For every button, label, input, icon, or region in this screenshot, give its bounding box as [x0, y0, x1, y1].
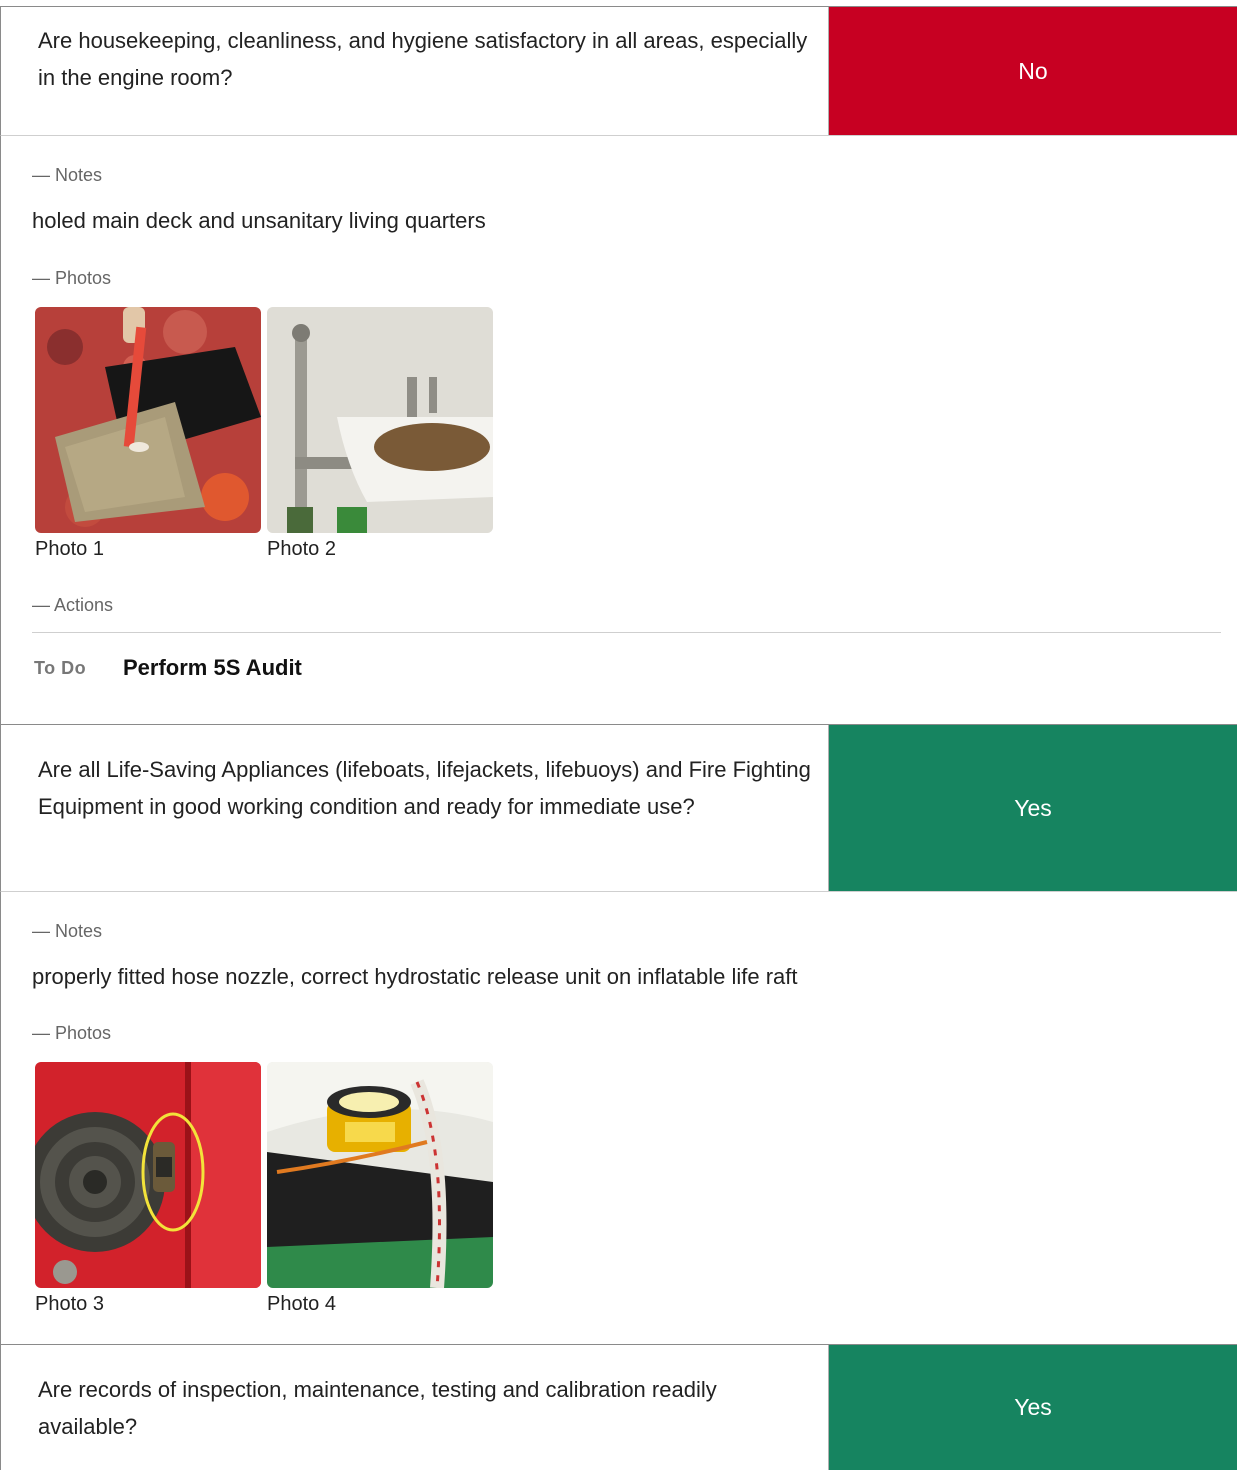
- note-text: properly fitted hose nozzle, correct hyd…: [32, 964, 798, 989]
- photos-heading: — Photos: [32, 268, 112, 288]
- photo-caption: Photo 3: [35, 1293, 104, 1315]
- hydrostatic-release-image: [267, 1062, 493, 1288]
- notes-heading: — Notes: [32, 921, 103, 941]
- note-text: holed main deck and unsanitary living qu…: [32, 208, 486, 233]
- actions-divider: [32, 632, 1221, 633]
- photo-caption: Photo 4: [267, 1293, 336, 1315]
- photo-caption: Photo 2: [267, 538, 336, 560]
- photo-thumbnail[interactable]: [35, 307, 261, 533]
- answer-badge-yes[interactable]: Yes: [828, 725, 1237, 891]
- photo-caption: Photo 1: [35, 538, 104, 560]
- inspection-report: Are housekeeping, cleanliness, and hygie…: [0, 0, 1237, 1470]
- question-row: Are all Life-Saving Appliances (lifeboat…: [0, 724, 1237, 892]
- photo-thumbnail[interactable]: [35, 1062, 261, 1288]
- question-details: — Notes holed main deck and unsanitary l…: [0, 136, 1237, 724]
- photo-thumbnail[interactable]: [267, 1062, 493, 1288]
- photos-heading: — Photos: [32, 1023, 112, 1043]
- question-row: Are records of inspection, maintenance, …: [0, 1344, 1237, 1470]
- actions-heading: — Actions: [32, 595, 114, 615]
- question-details: — Notes properly fitted hose nozzle, cor…: [0, 892, 1237, 1344]
- fire-hose-cabinet-image: [35, 1062, 261, 1288]
- question-text: Are housekeeping, cleanliness, and hygie…: [38, 28, 808, 90]
- answer-badge-yes[interactable]: Yes: [828, 1345, 1237, 1470]
- question-row: Are housekeeping, cleanliness, and hygie…: [0, 6, 1237, 136]
- dirty-sink-image: [267, 307, 493, 533]
- photo-thumbnail[interactable]: [267, 307, 493, 533]
- question-text: Are all Life-Saving Appliances (lifeboat…: [38, 757, 811, 819]
- action-title-link[interactable]: Perform 5S Audit: [123, 655, 302, 681]
- action-status: To Do: [34, 658, 87, 678]
- question-text: Are records of inspection, maintenance, …: [38, 1377, 717, 1439]
- answer-badge-no[interactable]: No: [828, 7, 1237, 135]
- notes-heading: — Notes: [32, 165, 103, 185]
- holed-deck-image: [35, 307, 261, 533]
